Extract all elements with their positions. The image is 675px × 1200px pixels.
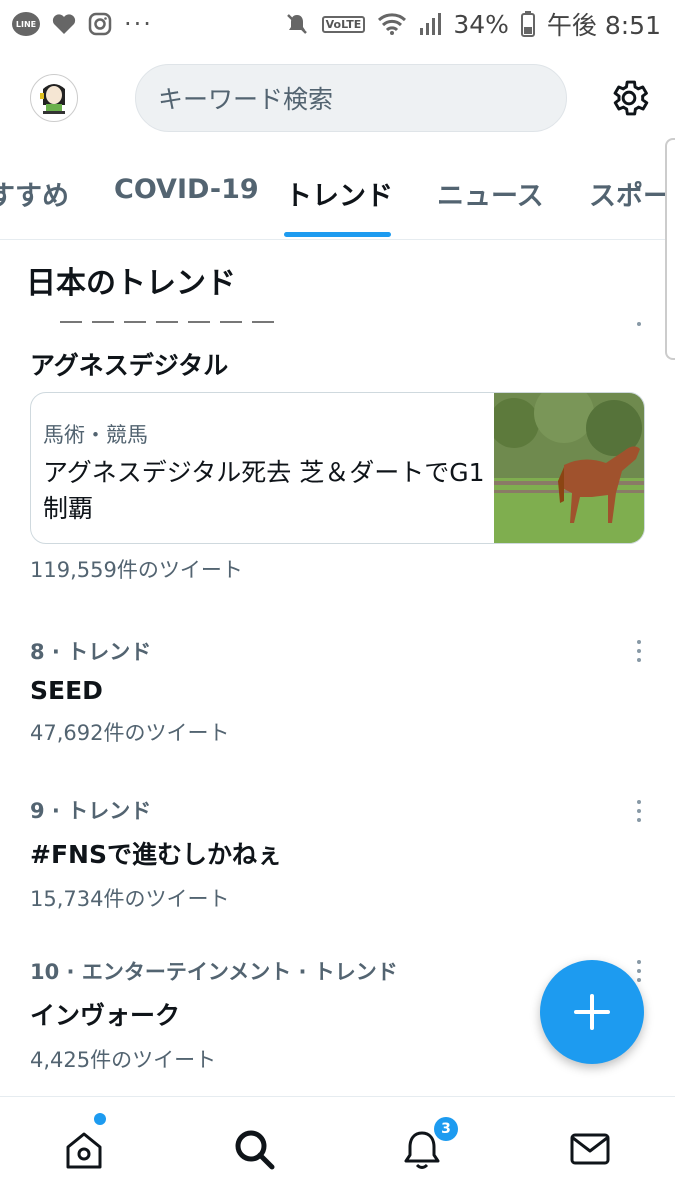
more-options-icon[interactable] (635, 322, 643, 326)
more-options-icon[interactable] (635, 960, 643, 982)
clock: 午後 8:51 (546, 11, 661, 40)
tweet-count: 47,692件のツイート (30, 721, 230, 745)
tab-news[interactable]: ニュース (437, 174, 544, 213)
settings-gear-icon[interactable] (607, 76, 651, 120)
tweet-count: 15,734件のツイート (30, 887, 230, 911)
trend-item[interactable]: 9 · トレンド #FNSで進むしかねぇ 15,734件のツイート (30, 795, 650, 913)
bottom-nav: 3 (0, 1096, 675, 1200)
news-card-category: 馬術・競馬 (43, 423, 148, 447)
news-card-image (489, 393, 644, 543)
trend-title: SEED (30, 676, 103, 705)
more-notifications-indicator: ··· (124, 10, 153, 38)
home-new-indicator (94, 1113, 106, 1125)
more-options-icon[interactable] (635, 640, 643, 662)
news-card[interactable]: 馬術・競馬 アグネスデジタル死去 芝＆ダートでG1制覇 (30, 392, 645, 544)
compose-tweet-button[interactable] (540, 960, 644, 1064)
tab-trending[interactable]: トレンド (285, 174, 393, 213)
status-left: LINE ··· (12, 10, 153, 38)
top-header: キーワード検索 (0, 58, 675, 138)
trend-count-row: 119,559件のツイート (30, 542, 650, 584)
clipped-trend-meta (60, 318, 280, 324)
news-card-text: 馬術・競馬 アグネスデジタル死去 芝＆ダートでG1制覇 (43, 419, 493, 527)
news-card-headline: アグネスデジタル死去 芝＆ダートでG1制覇 (43, 458, 485, 523)
search-input[interactable]: キーワード検索 (135, 64, 567, 132)
battery-icon (520, 11, 535, 37)
trend-meta: 8 · トレンド (30, 640, 152, 664)
line-icon: LINE (12, 12, 40, 36)
trend-meta: 9 · トレンド (30, 799, 152, 823)
trend-item[interactable]: アグネスデジタル (30, 336, 650, 382)
trend-title: #FNSで進むしかねぇ (30, 840, 282, 869)
plus-icon (574, 994, 610, 1030)
avatar[interactable] (30, 74, 78, 122)
tab-covid19[interactable]: COVID-19 (114, 174, 259, 205)
instagram-icon (88, 12, 112, 36)
trend-title: アグネスデジタル (30, 351, 229, 380)
edge-scroll-handle[interactable] (665, 138, 675, 360)
status-right: VoLTE 34% 午後 8:51 (284, 6, 661, 42)
tab-recommended[interactable]: すすめ (0, 174, 69, 213)
heart-icon (52, 13, 76, 35)
search-placeholder: キーワード検索 (158, 85, 334, 114)
trend-item[interactable]: 8 · トレンド SEED 47,692件のツイート (30, 636, 650, 747)
home-icon[interactable] (62, 1127, 106, 1171)
tweet-count: 119,559件のツイート (30, 558, 243, 582)
volte-icon: VoLTE (321, 15, 366, 33)
section-title: 日本のトレンド (26, 266, 236, 301)
tab-sports[interactable]: スポー (589, 174, 670, 213)
search-icon[interactable] (232, 1127, 276, 1171)
active-tab-indicator (284, 232, 391, 237)
mute-icon (284, 11, 310, 37)
battery-percent: 34% (453, 9, 509, 39)
wifi-icon (377, 12, 407, 36)
signal-icon (419, 12, 442, 36)
more-options-icon[interactable] (635, 800, 643, 822)
mail-icon[interactable] (568, 1127, 612, 1171)
explore-tabs: すすめ COVID-19 トレンド ニュース スポー (0, 152, 675, 240)
notifications-badge: 3 (434, 1117, 458, 1141)
status-bar: LINE ··· VoLTE 34% 午後 8:51 (0, 0, 675, 48)
